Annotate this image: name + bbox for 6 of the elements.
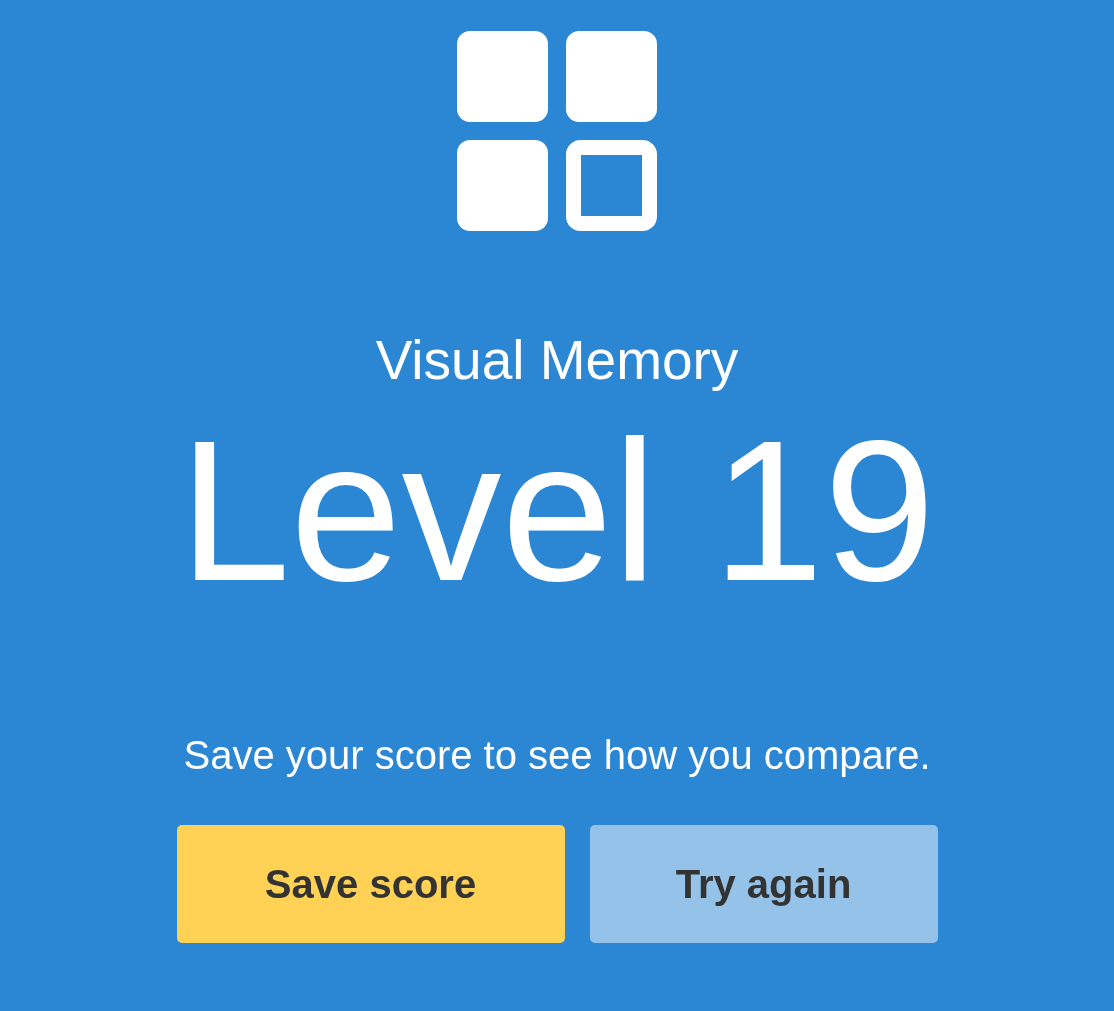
save-prompt: Save your score to see how you compare. bbox=[183, 732, 931, 779]
save-button[interactable]: Save score bbox=[176, 825, 565, 943]
game-title: Visual Memory bbox=[375, 328, 739, 393]
retry-button[interactable]: Try again bbox=[589, 825, 938, 943]
level-result: Level 19 bbox=[178, 411, 936, 611]
grid-squares-icon bbox=[457, 31, 657, 231]
